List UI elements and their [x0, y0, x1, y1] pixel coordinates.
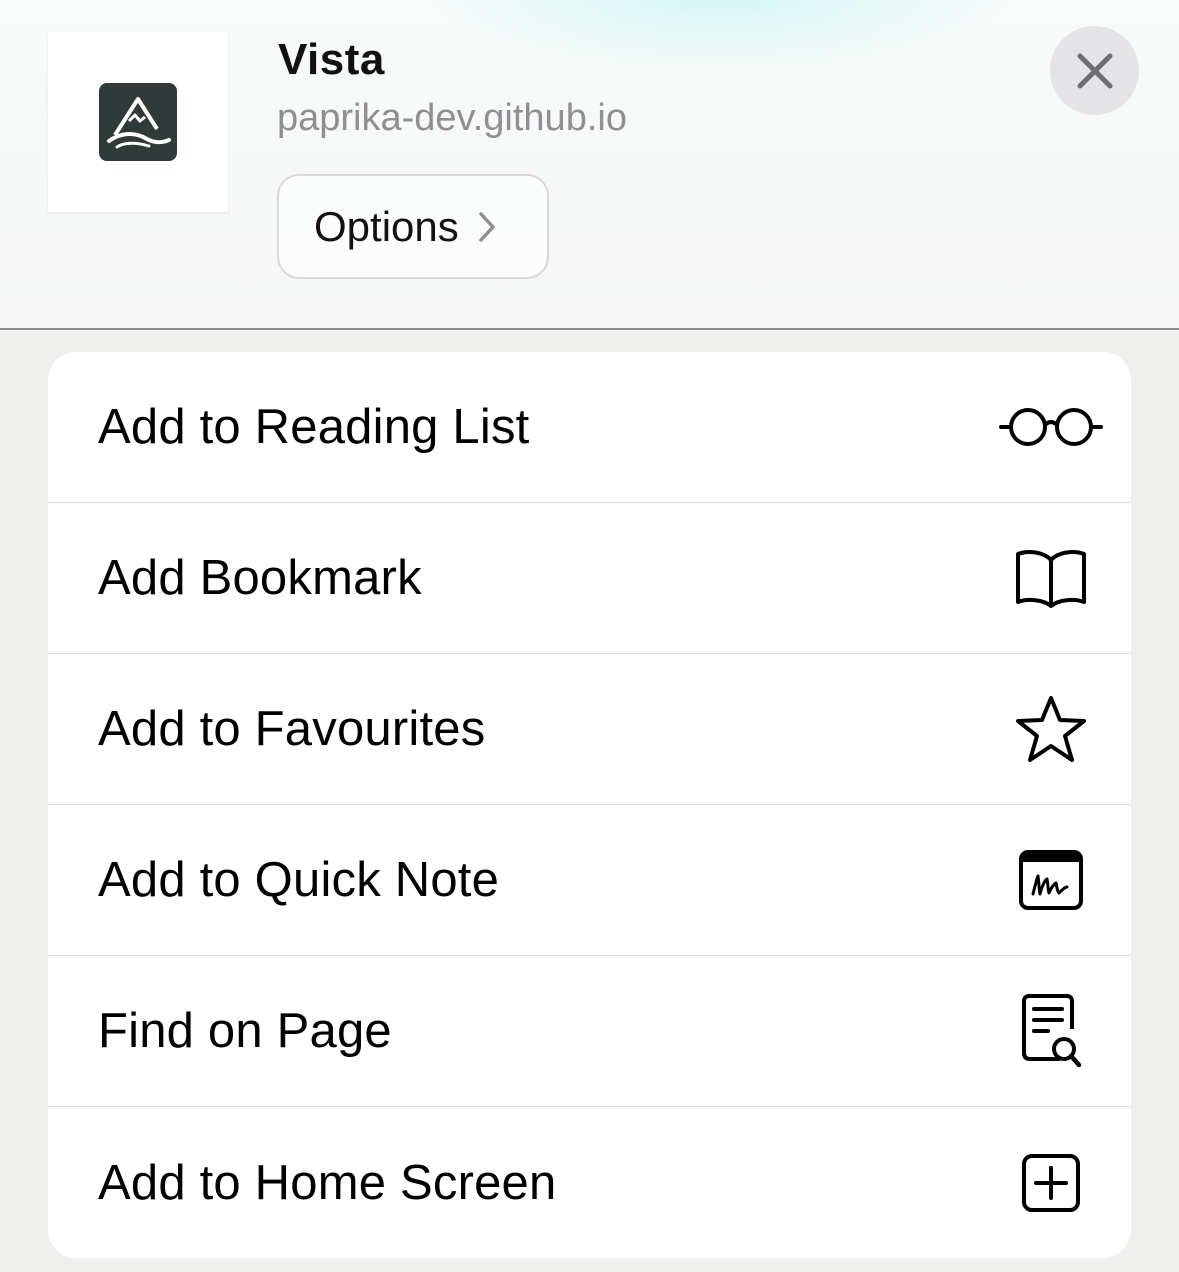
menu-item-add-to-favourites[interactable]: Add to Favourites	[48, 654, 1131, 805]
share-sheet-header: Vista paprika-dev.github.io Options	[0, 0, 1179, 330]
menu-item-add-to-quick-note[interactable]: Add to Quick Note	[48, 805, 1131, 956]
options-button[interactable]: Options	[277, 174, 549, 279]
actions-list: Add to Reading List Add Bookmark Add to …	[48, 352, 1131, 1258]
menu-item-add-to-home-screen[interactable]: Add to Home Screen	[48, 1107, 1131, 1258]
close-button[interactable]	[1050, 26, 1139, 115]
mountain-logo-icon	[99, 83, 177, 161]
close-icon	[1077, 53, 1112, 88]
options-label: Options	[314, 202, 459, 250]
glasses-icon	[999, 387, 1103, 467]
find-on-page-icon	[999, 991, 1103, 1071]
star-icon	[999, 689, 1103, 769]
menu-item-find-on-page[interactable]: Find on Page	[48, 956, 1131, 1107]
menu-item-add-to-reading-list[interactable]: Add to Reading List	[48, 352, 1131, 503]
menu-item-label: Add to Favourites	[98, 702, 486, 756]
book-icon	[999, 538, 1103, 618]
add-square-icon	[999, 1143, 1103, 1223]
menu-item-add-bookmark[interactable]: Add Bookmark	[48, 503, 1131, 654]
menu-item-label: Add to Home Screen	[98, 1155, 557, 1210]
menu-item-label: Add Bookmark	[98, 551, 422, 605]
app-title: Vista	[278, 35, 385, 84]
app-thumbnail	[48, 32, 228, 212]
quick-note-icon	[999, 840, 1103, 920]
menu-item-label: Add to Reading List	[98, 400, 530, 454]
app-url: paprika-dev.github.io	[277, 97, 627, 139]
menu-item-label: Find on Page	[98, 1004, 392, 1058]
chevron-right-icon	[479, 211, 495, 242]
menu-item-label: Add to Quick Note	[98, 853, 500, 907]
